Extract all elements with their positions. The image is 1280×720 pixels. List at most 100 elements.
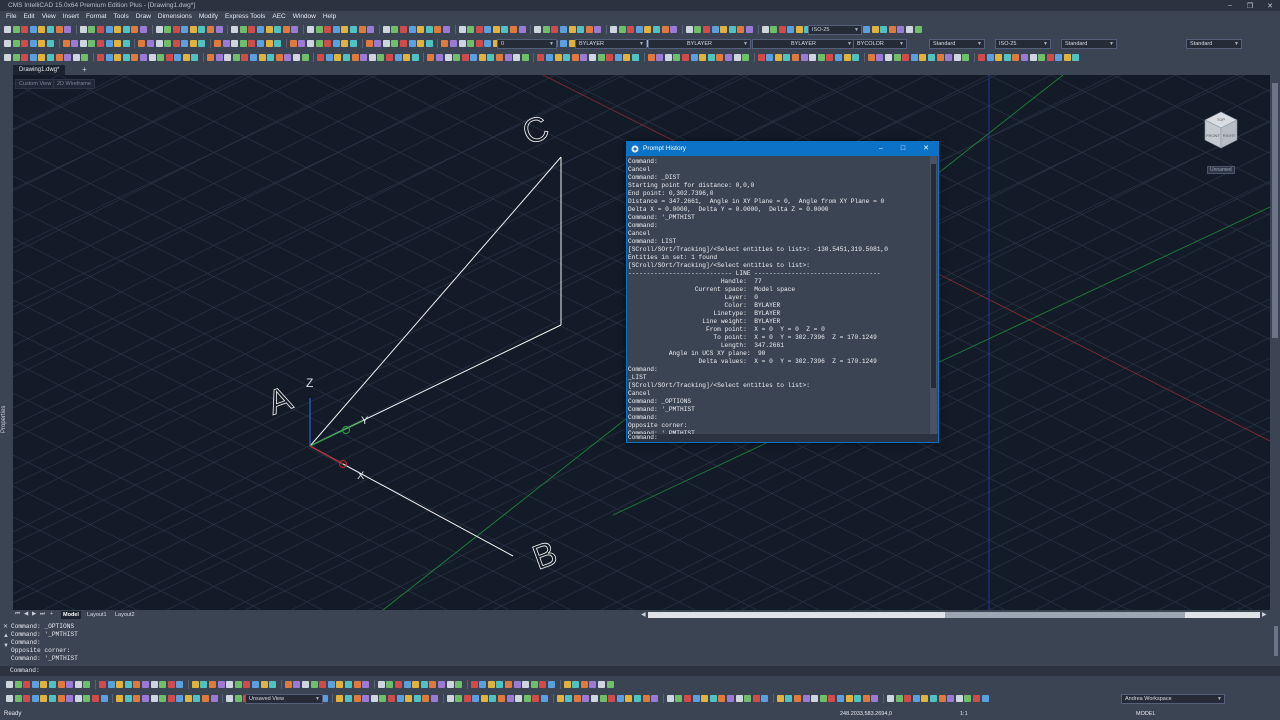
bottom-tool-icon[interactable] (556, 694, 564, 702)
toolbar-tool-icon[interactable] (699, 54, 707, 61)
toolbar-tool-icon[interactable] (627, 26, 635, 33)
toolbar-tool-icon[interactable] (391, 26, 399, 33)
bottom-tool-icon[interactable] (530, 680, 538, 688)
toolbar-tool-icon[interactable] (374, 40, 382, 47)
toolbar-tool-icon[interactable] (852, 54, 860, 61)
toolbar-tool-icon[interactable] (341, 26, 349, 33)
toolbar-tool-icon[interactable] (434, 26, 442, 33)
bottom-tool-icon[interactable] (837, 694, 845, 702)
toolbar-tool-icon[interactable] (181, 26, 189, 33)
bottom-tool-icon[interactable] (666, 694, 674, 702)
menu-window[interactable]: Window (293, 13, 316, 20)
toolbar-tool-icon[interactable] (21, 26, 29, 33)
toolbar-tool-icon[interactable] (21, 54, 29, 61)
history-icon[interactable]: ▼ (3, 643, 9, 649)
toolbar-tool-icon[interactable] (105, 40, 113, 47)
bottom-tool-icon[interactable] (625, 694, 633, 702)
toolbar-tool-icon[interactable] (670, 26, 678, 33)
toolbar-tool-icon[interactable] (182, 54, 190, 61)
bottom-tool-icon[interactable] (692, 694, 700, 702)
bottom-tool-icon[interactable] (496, 680, 504, 688)
close-icon[interactable]: ✕ (3, 623, 8, 630)
bottom-tool-icon[interactable] (675, 694, 683, 702)
bottom-tool-icon[interactable] (284, 680, 292, 688)
toolbar-tool-icon[interactable] (770, 26, 778, 33)
close-button[interactable]: ✕ (915, 142, 937, 156)
toolbar-tool-icon[interactable] (475, 40, 483, 47)
toolbar-tool-icon[interactable] (72, 54, 80, 61)
toolbar-tool-icon[interactable] (809, 54, 817, 61)
toolbar-tool-icon[interactable] (563, 54, 571, 61)
bottom-tool-icon[interactable] (580, 680, 588, 688)
toolbar-tool-icon[interactable] (652, 26, 660, 33)
prompt-history-text-area[interactable]: Command: Cancel Command: _DIST Starting poi… (627, 156, 930, 434)
bottom-tool-icon[interactable] (40, 694, 48, 702)
toolbar-tool-icon[interactable] (737, 26, 745, 33)
toolbar-tool-icon[interactable] (551, 26, 559, 33)
bottom-tool-icon[interactable] (955, 694, 963, 702)
toolbar-tool-icon[interactable] (534, 26, 542, 33)
viewcube-right[interactable]: RIGHT (1223, 133, 1236, 138)
bottom-tool-icon[interactable] (776, 694, 784, 702)
toolbar-tool-icon[interactable] (241, 54, 249, 61)
toolbar-tool-icon[interactable] (504, 54, 512, 61)
toolbar-tool-icon[interactable] (902, 54, 910, 61)
bottom-tool-icon[interactable] (234, 680, 242, 688)
bottom-tool-icon[interactable] (57, 694, 65, 702)
toolbar-tool-icon[interactable] (231, 40, 239, 47)
toolbar-tool-icon[interactable] (334, 54, 342, 61)
toolbar-tool-icon[interactable] (342, 54, 350, 61)
bottom-tool-icon[interactable] (40, 680, 48, 688)
toolbar-tool-icon[interactable] (977, 54, 985, 61)
bottom-tool-icon[interactable] (904, 694, 912, 702)
close-button[interactable]: ✕ (1260, 2, 1280, 10)
menu-tools[interactable]: Tools (114, 13, 129, 20)
toolbar-tool-icon[interactable] (289, 40, 297, 47)
bottom-tool-icon[interactable] (895, 694, 903, 702)
toolbar-tool-icon[interactable] (690, 54, 698, 61)
bottom-tool-icon[interactable] (479, 680, 487, 688)
toolbar-tool-icon[interactable] (417, 26, 425, 33)
toolbar-tool-icon[interactable] (1072, 54, 1080, 61)
bottom-tool-icon[interactable] (116, 694, 124, 702)
bottom-tool-icon[interactable] (48, 694, 56, 702)
bottom-tool-icon[interactable] (91, 694, 99, 702)
bottom-tool-icon[interactable] (522, 680, 530, 688)
bottom-tool-icon[interactable] (515, 694, 523, 702)
prompt-history-input[interactable]: Command: (627, 434, 938, 442)
bottom-tool-icon[interactable] (565, 694, 573, 702)
bottom-tool-icon[interactable] (811, 694, 819, 702)
bottom-tool-icon[interactable] (217, 680, 225, 688)
toolbar-tool-icon[interactable] (275, 54, 283, 61)
toolbar-tool-icon[interactable] (888, 26, 896, 33)
toolbar-tool-icon[interactable] (282, 26, 290, 33)
bottom-tool-icon[interactable] (260, 680, 268, 688)
bottom-tool-icon[interactable] (133, 680, 141, 688)
tab-model[interactable]: Model (61, 611, 81, 619)
bottom-tool-icon[interactable] (701, 694, 709, 702)
bottom-tool-icon[interactable] (463, 694, 471, 702)
toolbar-tool-icon[interactable] (349, 40, 357, 47)
toolbar-tool-icon[interactable] (148, 54, 156, 61)
bottom-tool-icon[interactable] (921, 694, 929, 702)
bottom-tool-icon[interactable] (193, 694, 201, 702)
toolbar-tool-icon[interactable] (79, 40, 87, 47)
toolbar-tool-icon[interactable] (554, 54, 562, 61)
toolbar-tool-icon[interactable] (291, 26, 299, 33)
toolbar-tool-icon[interactable] (257, 40, 265, 47)
toolbar-tool-icon[interactable] (618, 26, 626, 33)
bottom-tool-icon[interactable] (929, 694, 937, 702)
bottom-tool-icon[interactable] (938, 694, 946, 702)
bottom-tool-icon[interactable] (964, 694, 972, 702)
menu-edit[interactable]: Edit (23, 13, 34, 20)
toolbar-tool-icon[interactable] (745, 26, 753, 33)
toolbar-tool-icon[interactable] (96, 54, 104, 61)
bottom-tool-icon[interactable] (761, 694, 769, 702)
menu-modify[interactable]: Modify (199, 13, 218, 20)
toolbar-tool-icon[interactable] (81, 54, 89, 61)
bottom-tool-icon[interactable] (539, 680, 547, 688)
bottom-tool-icon[interactable] (572, 680, 580, 688)
toolbar-tool-icon[interactable] (664, 54, 672, 61)
bottom-tool-icon[interactable] (176, 680, 184, 688)
toolbar-tool-icon[interactable] (248, 26, 256, 33)
